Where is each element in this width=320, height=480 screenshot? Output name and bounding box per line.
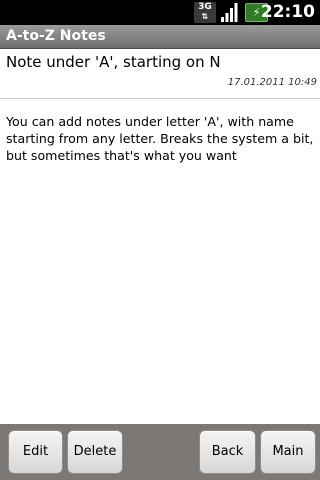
delete-button[interactable]: Delete [67, 430, 123, 474]
note-timestamp: 17.01.2011 10:49 [227, 77, 317, 88]
network-3g-icon: 3G ⇅ [194, 2, 216, 23]
data-arrows-icon: ⇅ [201, 12, 209, 21]
edit-button[interactable]: Edit [8, 430, 63, 474]
main-button[interactable]: Main [260, 430, 316, 474]
network-type-label: 3G [198, 2, 212, 12]
signal-strength-icon [221, 3, 238, 22]
title-bar: A-to-Z Notes [0, 25, 320, 49]
app-title: A-to-Z Notes [6, 28, 106, 44]
button-bar: Edit Delete Back Main [0, 424, 320, 480]
status-clock: 22:10 [260, 2, 315, 22]
note-body: You can add notes under letter 'A', with… [6, 114, 314, 163]
status-bar: 3G ⇅ ⚡ 22:10 [0, 0, 320, 25]
screen: 3G ⇅ ⚡ 22:10 A-to-Z Notes Note under 'A'… [0, 0, 320, 480]
back-button[interactable]: Back [199, 430, 256, 474]
header-divider [0, 98, 320, 99]
note-title: Note under 'A', starting on N [6, 53, 221, 71]
